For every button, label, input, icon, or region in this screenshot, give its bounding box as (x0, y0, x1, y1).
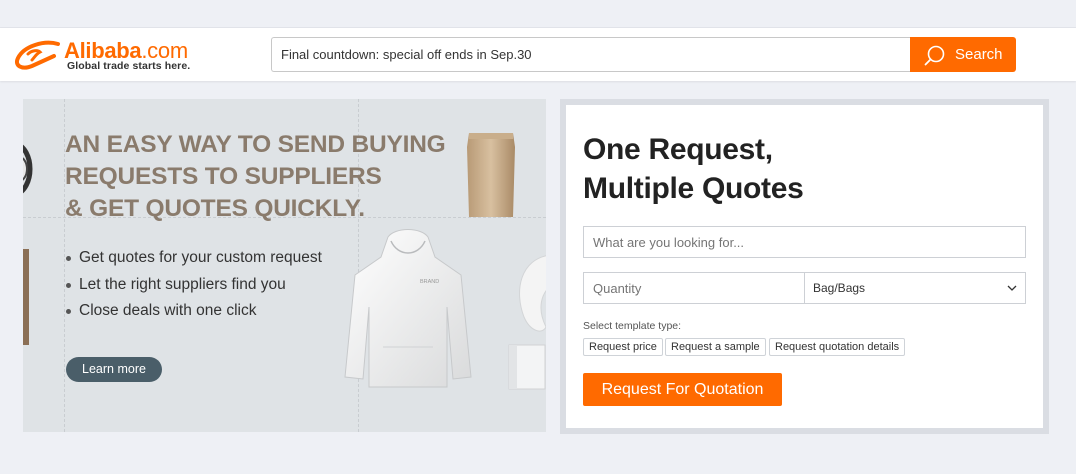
rfq-panel-frame: One Request, Multiple Quotes Bag/Bags Se… (560, 99, 1049, 434)
search-button[interactable]: Search (910, 37, 1016, 72)
chip-request-price[interactable]: Request price (583, 338, 663, 356)
logo-tagline: Global trade starts here. (67, 60, 191, 72)
search-button-label: Search (955, 46, 1003, 63)
chip-request-sample[interactable]: Request a sample (665, 338, 766, 356)
learn-more-button[interactable]: Learn more (66, 357, 162, 382)
neck-pillow-image (519, 255, 546, 332)
quantity-field[interactable] (583, 272, 805, 304)
search-icon (924, 45, 945, 66)
headphones-image (23, 144, 33, 194)
site-header: Alibaba.com Global trade starts here. Se… (0, 28, 1076, 81)
chevron-down-icon (1007, 285, 1017, 291)
wooden-frame-image (23, 249, 29, 345)
white-box-image (508, 344, 546, 390)
benefit-list: Get quotes for your custom request Let t… (65, 245, 365, 325)
template-type-label: Select template type: (583, 320, 682, 332)
unit-select[interactable]: Bag/Bags (804, 272, 1026, 304)
request-for-quotation-button[interactable]: Request For Quotation (583, 373, 782, 406)
alibaba-logo[interactable]: Alibaba.com Global trade starts here. (14, 38, 214, 74)
list-item: Close deals with one click (65, 298, 365, 325)
hoodie-brand-label: BRAND (420, 279, 439, 285)
rfq-form: One Request, Multiple Quotes Bag/Bags Se… (566, 105, 1043, 428)
rfq-title: One Request, Multiple Quotes (583, 133, 804, 205)
promo-banner[interactable]: AN EASY WAY TO SEND BUYING REQUESTS TO S… (23, 99, 546, 432)
chip-request-quotation-details[interactable]: Request quotation details (769, 338, 906, 356)
list-item: Get quotes for your custom request (65, 245, 365, 272)
top-strip (0, 0, 1076, 28)
kraft-pouch-image (467, 133, 515, 217)
search-bar: Search (271, 37, 1016, 72)
banner-headline: AN EASY WAY TO SEND BUYING REQUESTS TO S… (65, 131, 446, 222)
search-input[interactable] (271, 37, 911, 72)
alibaba-swoosh-icon (15, 40, 60, 70)
unit-select-value: Bag/Bags (813, 281, 866, 295)
product-search-field[interactable] (583, 226, 1026, 258)
list-item: Let the right suppliers find you (65, 272, 365, 299)
hoodie-image: BRAND (344, 229, 472, 388)
